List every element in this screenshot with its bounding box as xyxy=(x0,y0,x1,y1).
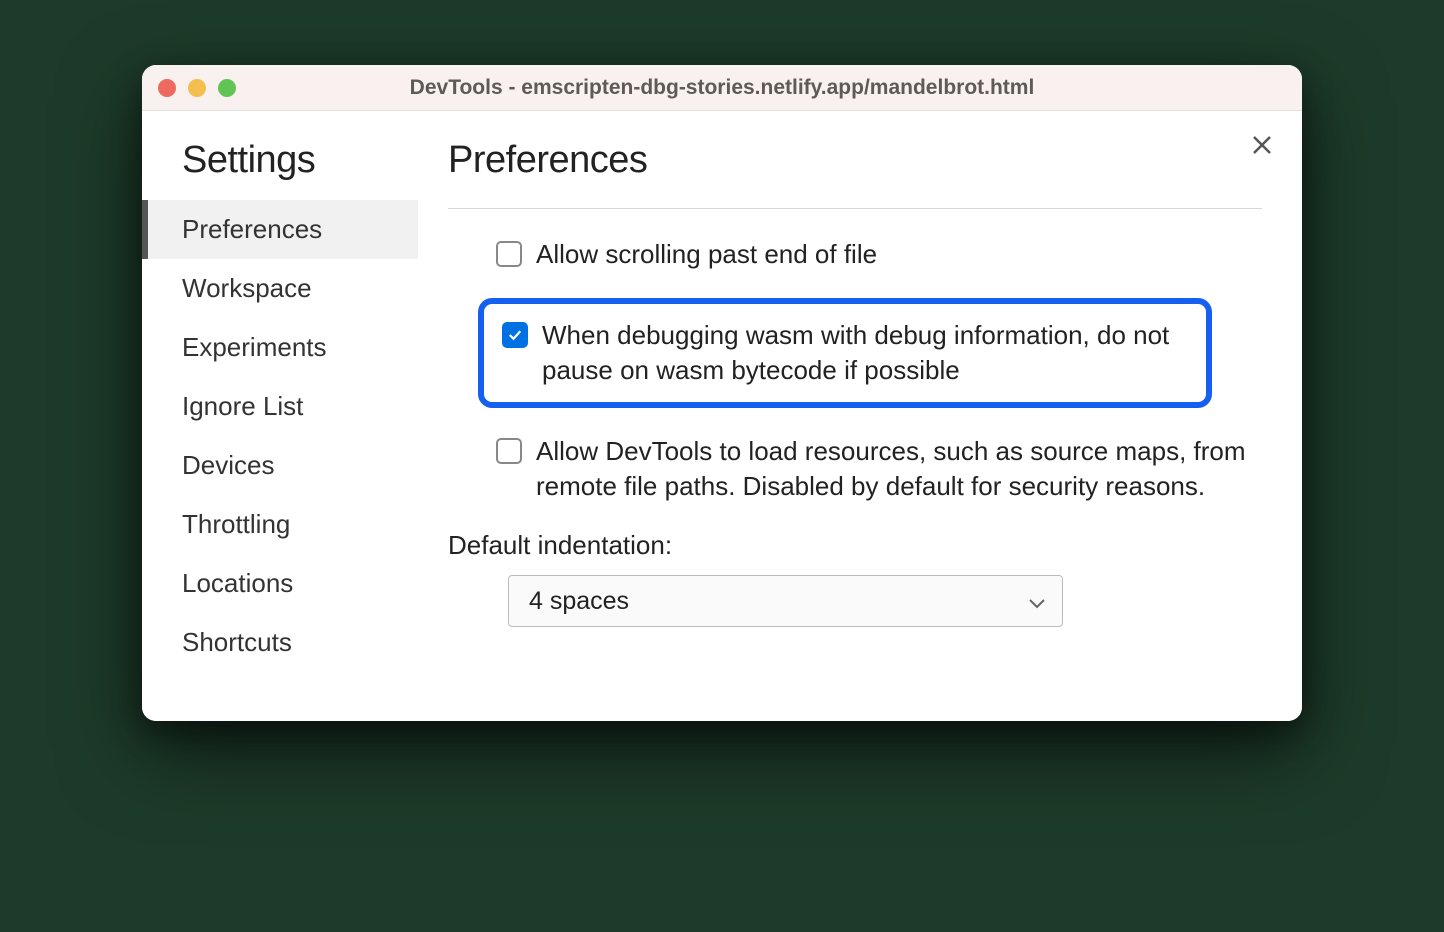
sidebar-item-experiments[interactable]: Experiments xyxy=(142,318,418,377)
sidebar-item-label: Experiments xyxy=(182,332,327,362)
sidebar-title: Settings xyxy=(142,139,418,200)
settings-sidebar: Settings Preferences Workspace Experimen… xyxy=(142,111,418,721)
checkbox-allow-scroll-past-eof[interactable] xyxy=(496,241,522,267)
sidebar-item-devices[interactable]: Devices xyxy=(142,436,418,495)
panel-title: Preferences xyxy=(448,139,1262,209)
option-label: When debugging wasm with debug informati… xyxy=(542,318,1188,388)
window-title: DevTools - emscripten-dbg-stories.netlif… xyxy=(142,76,1302,100)
checkbox-wasm-no-pause[interactable] xyxy=(502,322,528,348)
sidebar-item-label: Throttling xyxy=(182,509,290,539)
sidebar-item-label: Devices xyxy=(182,450,274,480)
sidebar-item-workspace[interactable]: Workspace xyxy=(142,259,418,318)
sidebar-item-label: Shortcuts xyxy=(182,627,292,657)
sidebar-item-shortcuts[interactable]: Shortcuts xyxy=(142,613,418,672)
sidebar-item-label: Ignore List xyxy=(182,391,303,421)
sidebar-item-throttling[interactable]: Throttling xyxy=(142,495,418,554)
minimize-window-button[interactable] xyxy=(188,79,206,97)
devtools-window: DevTools - emscripten-dbg-stories.netlif… xyxy=(142,65,1302,721)
preferences-panel: Preferences Allow scrolling past end of … xyxy=(418,111,1302,721)
close-window-button[interactable] xyxy=(158,79,176,97)
option-allow-remote-file-paths[interactable]: Allow DevTools to load resources, such a… xyxy=(496,434,1262,504)
sidebar-item-preferences[interactable]: Preferences xyxy=(142,200,418,259)
option-allow-scroll-past-eof[interactable]: Allow scrolling past end of file xyxy=(496,237,1262,272)
indentation-value: 4 spaces xyxy=(529,587,629,616)
option-label: Allow scrolling past end of file xyxy=(536,237,877,272)
option-label: Allow DevTools to load resources, such a… xyxy=(536,434,1262,504)
sidebar-item-label: Workspace xyxy=(182,273,312,303)
traffic-lights xyxy=(158,79,236,97)
checkmark-icon xyxy=(506,326,524,344)
option-wasm-no-pause[interactable]: When debugging wasm with debug informati… xyxy=(478,298,1212,408)
indentation-select[interactable]: 4 spaces xyxy=(508,575,1063,627)
checkbox-allow-remote-file-paths[interactable] xyxy=(496,438,522,464)
sidebar-item-label: Preferences xyxy=(182,214,322,244)
sidebar-item-ignore-list[interactable]: Ignore List xyxy=(142,377,418,436)
indentation-label: Default indentation: xyxy=(448,530,1262,561)
sidebar-item-label: Locations xyxy=(182,568,293,598)
close-settings-button[interactable] xyxy=(1250,133,1274,162)
dropdown-caret-icon xyxy=(1028,587,1046,616)
maximize-window-button[interactable] xyxy=(218,79,236,97)
sidebar-item-locations[interactable]: Locations xyxy=(142,554,418,613)
titlebar: DevTools - emscripten-dbg-stories.netlif… xyxy=(142,65,1302,111)
content-area: Settings Preferences Workspace Experimen… xyxy=(142,111,1302,721)
